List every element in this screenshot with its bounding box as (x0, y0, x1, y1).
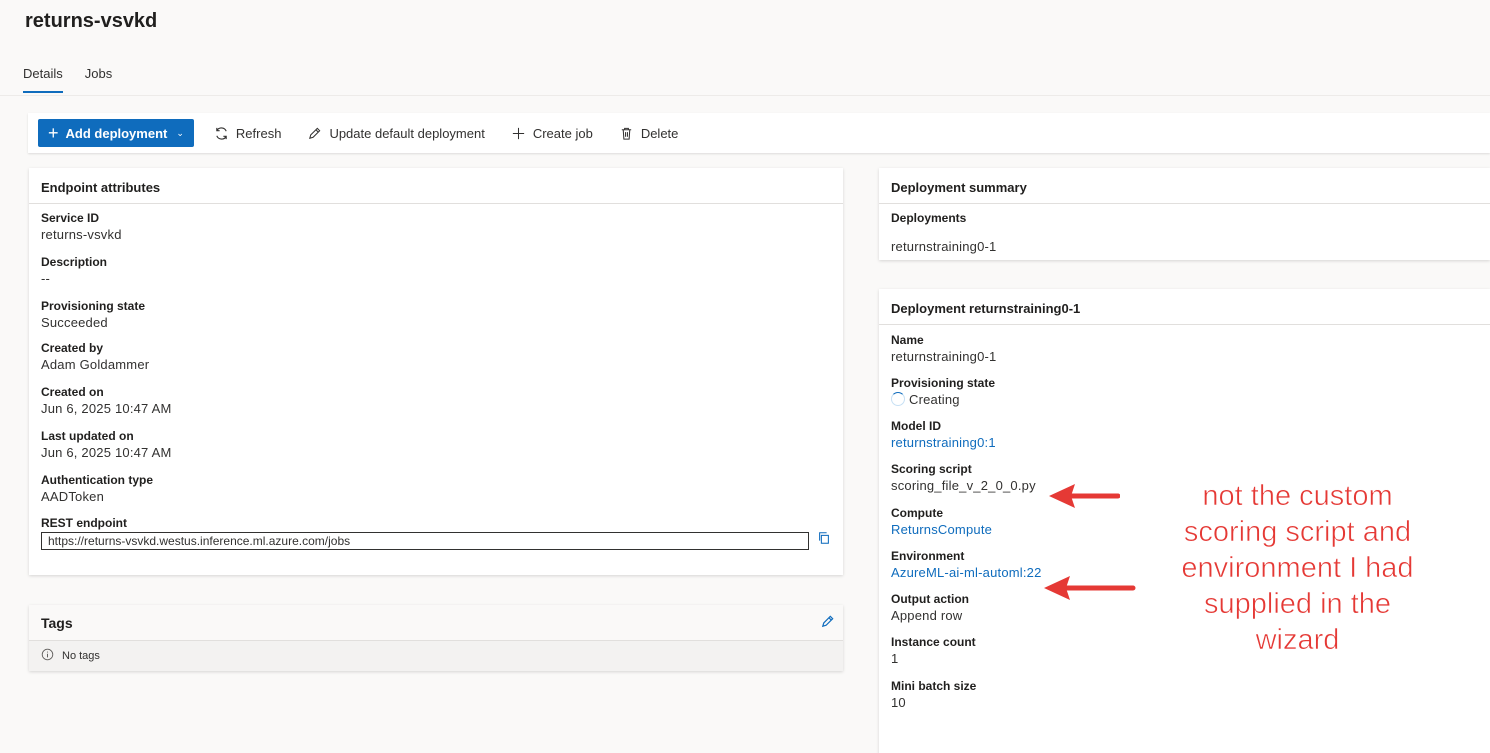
refresh-icon (216, 126, 227, 140)
annotation-line: scoring script and (1183, 516, 1412, 549)
tab-jobs[interactable]: Jobs (85, 66, 112, 93)
deployments-label: Deployments (891, 211, 967, 225)
deployment-summary-header: Deployment summary (879, 168, 1490, 204)
deployment-details-header: Deployment returnstraining0-1 (879, 289, 1490, 325)
field-label: Service ID (41, 211, 100, 225)
field-value: Jun 6, 2025 10:47 AM (41, 445, 172, 460)
info-icon (41, 648, 54, 664)
field-provisioning-state: Provisioning state Creating (891, 376, 1478, 409)
field-label: Provisioning state (891, 376, 996, 390)
field-model-id: Model ID returnstraining0:1 (891, 419, 1478, 452)
field-value: Jun 6, 2025 10:47 AM (41, 401, 172, 416)
annotation-line: not the custom (1202, 480, 1393, 513)
plus-icon: + (48, 123, 59, 143)
pencil-icon (309, 127, 321, 139)
add-deployment-button[interactable]: + Add deployment ⌄ (38, 119, 194, 147)
add-deployment-label: Add deployment (65, 125, 168, 141)
tags-title: Tags (41, 614, 73, 631)
field-authentication-type: Authentication type AADToken (41, 473, 831, 506)
field-name: Name returnstraining0-1 (891, 333, 1478, 366)
command-bar: + Add deployment ⌄ Refresh Update defaul… (28, 113, 1490, 153)
create-job-label: Create job (532, 125, 593, 141)
rest-endpoint-field[interactable] (41, 531, 809, 550)
endpoint-attributes-card: Endpoint attributes Service ID returns-v… (29, 168, 843, 575)
field-label: Created by (41, 341, 104, 355)
field-value: Succeeded (41, 315, 108, 330)
annotation-line: environment I had (1181, 552, 1414, 585)
trash-icon (621, 127, 631, 140)
copy-icon[interactable] (817, 531, 831, 550)
field-service-id: Service ID returns-vsvkd (41, 211, 831, 244)
field-label: Created on (41, 385, 104, 399)
field-value: Creating (909, 392, 960, 407)
field-label: Mini batch size (891, 679, 977, 693)
model-id-link[interactable]: returnstraining0:1 (891, 434, 1478, 452)
update-default-deployment-button[interactable]: Update default deployment (301, 119, 490, 147)
tags-card: Tags No tags (29, 605, 843, 671)
loading-spinner-icon (891, 392, 905, 406)
annotation-line: supplied in the (1203, 588, 1392, 621)
annotation-line: wizard (1255, 624, 1340, 657)
tags-body: No tags (29, 641, 843, 671)
refresh-button[interactable]: Refresh (208, 119, 288, 147)
field-label: Model ID (891, 419, 941, 433)
page-title: returns-vsvkd (25, 10, 158, 32)
plus-icon (512, 127, 524, 139)
field-value: AADToken (41, 489, 105, 504)
field-label: REST endpoint (41, 516, 127, 530)
annotation-arrow-scoring (1049, 484, 1120, 508)
deployment-summary-card: Deployment summary Deployments returnstr… (879, 168, 1490, 260)
tab-divider (0, 95, 1490, 96)
field-description: Description -- (41, 255, 831, 288)
provisioning-status: Creating (891, 391, 1478, 409)
tab-details[interactable]: Details (23, 66, 63, 93)
tags-header: Tags (29, 605, 843, 641)
field-value: Adam Goldammer (41, 357, 150, 372)
field-value: returns-vsvkd (41, 227, 122, 242)
chevron-down-icon: ⌄ (176, 127, 184, 138)
refresh-label: Refresh (235, 125, 282, 141)
field-mini-batch-size: Mini batch size 10 (891, 679, 1478, 712)
annotation-note: not the custom scoring script and enviro… (1165, 478, 1430, 658)
tab-bar: Details Jobs (23, 66, 112, 93)
no-tags-text: No tags (62, 650, 100, 662)
field-last-updated-on: Last updated on Jun 6, 2025 10:47 AM (41, 429, 831, 462)
update-default-label: Update default deployment (329, 125, 485, 141)
field-label: Last updated on (41, 429, 134, 443)
edit-tags-icon[interactable] (820, 614, 835, 632)
delete-button[interactable]: Delete (613, 119, 685, 147)
endpoint-attributes-header: Endpoint attributes (29, 168, 843, 204)
deployment-item[interactable]: returnstraining0-1 (891, 238, 1478, 256)
create-job-button[interactable]: Create job (505, 119, 599, 147)
field-label: Authentication type (41, 473, 154, 487)
field-label: Provisioning state (41, 299, 146, 313)
delete-label: Delete (640, 125, 679, 141)
field-value: -- (41, 271, 51, 286)
field-provisioning-state: Provisioning state Succeeded (41, 299, 831, 332)
field-created-by: Created by Adam Goldammer (41, 341, 831, 374)
field-label: Description (41, 255, 108, 269)
field-value: returnstraining0-1 (891, 349, 997, 364)
field-value: 10 (891, 695, 906, 710)
field-rest-endpoint: REST endpoint (41, 516, 831, 550)
field-created-on: Created on Jun 6, 2025 10:47 AM (41, 385, 831, 418)
field-label: Name (891, 333, 924, 347)
annotation-arrow-environment (1044, 576, 1136, 600)
field-label: Scoring script (891, 462, 972, 476)
